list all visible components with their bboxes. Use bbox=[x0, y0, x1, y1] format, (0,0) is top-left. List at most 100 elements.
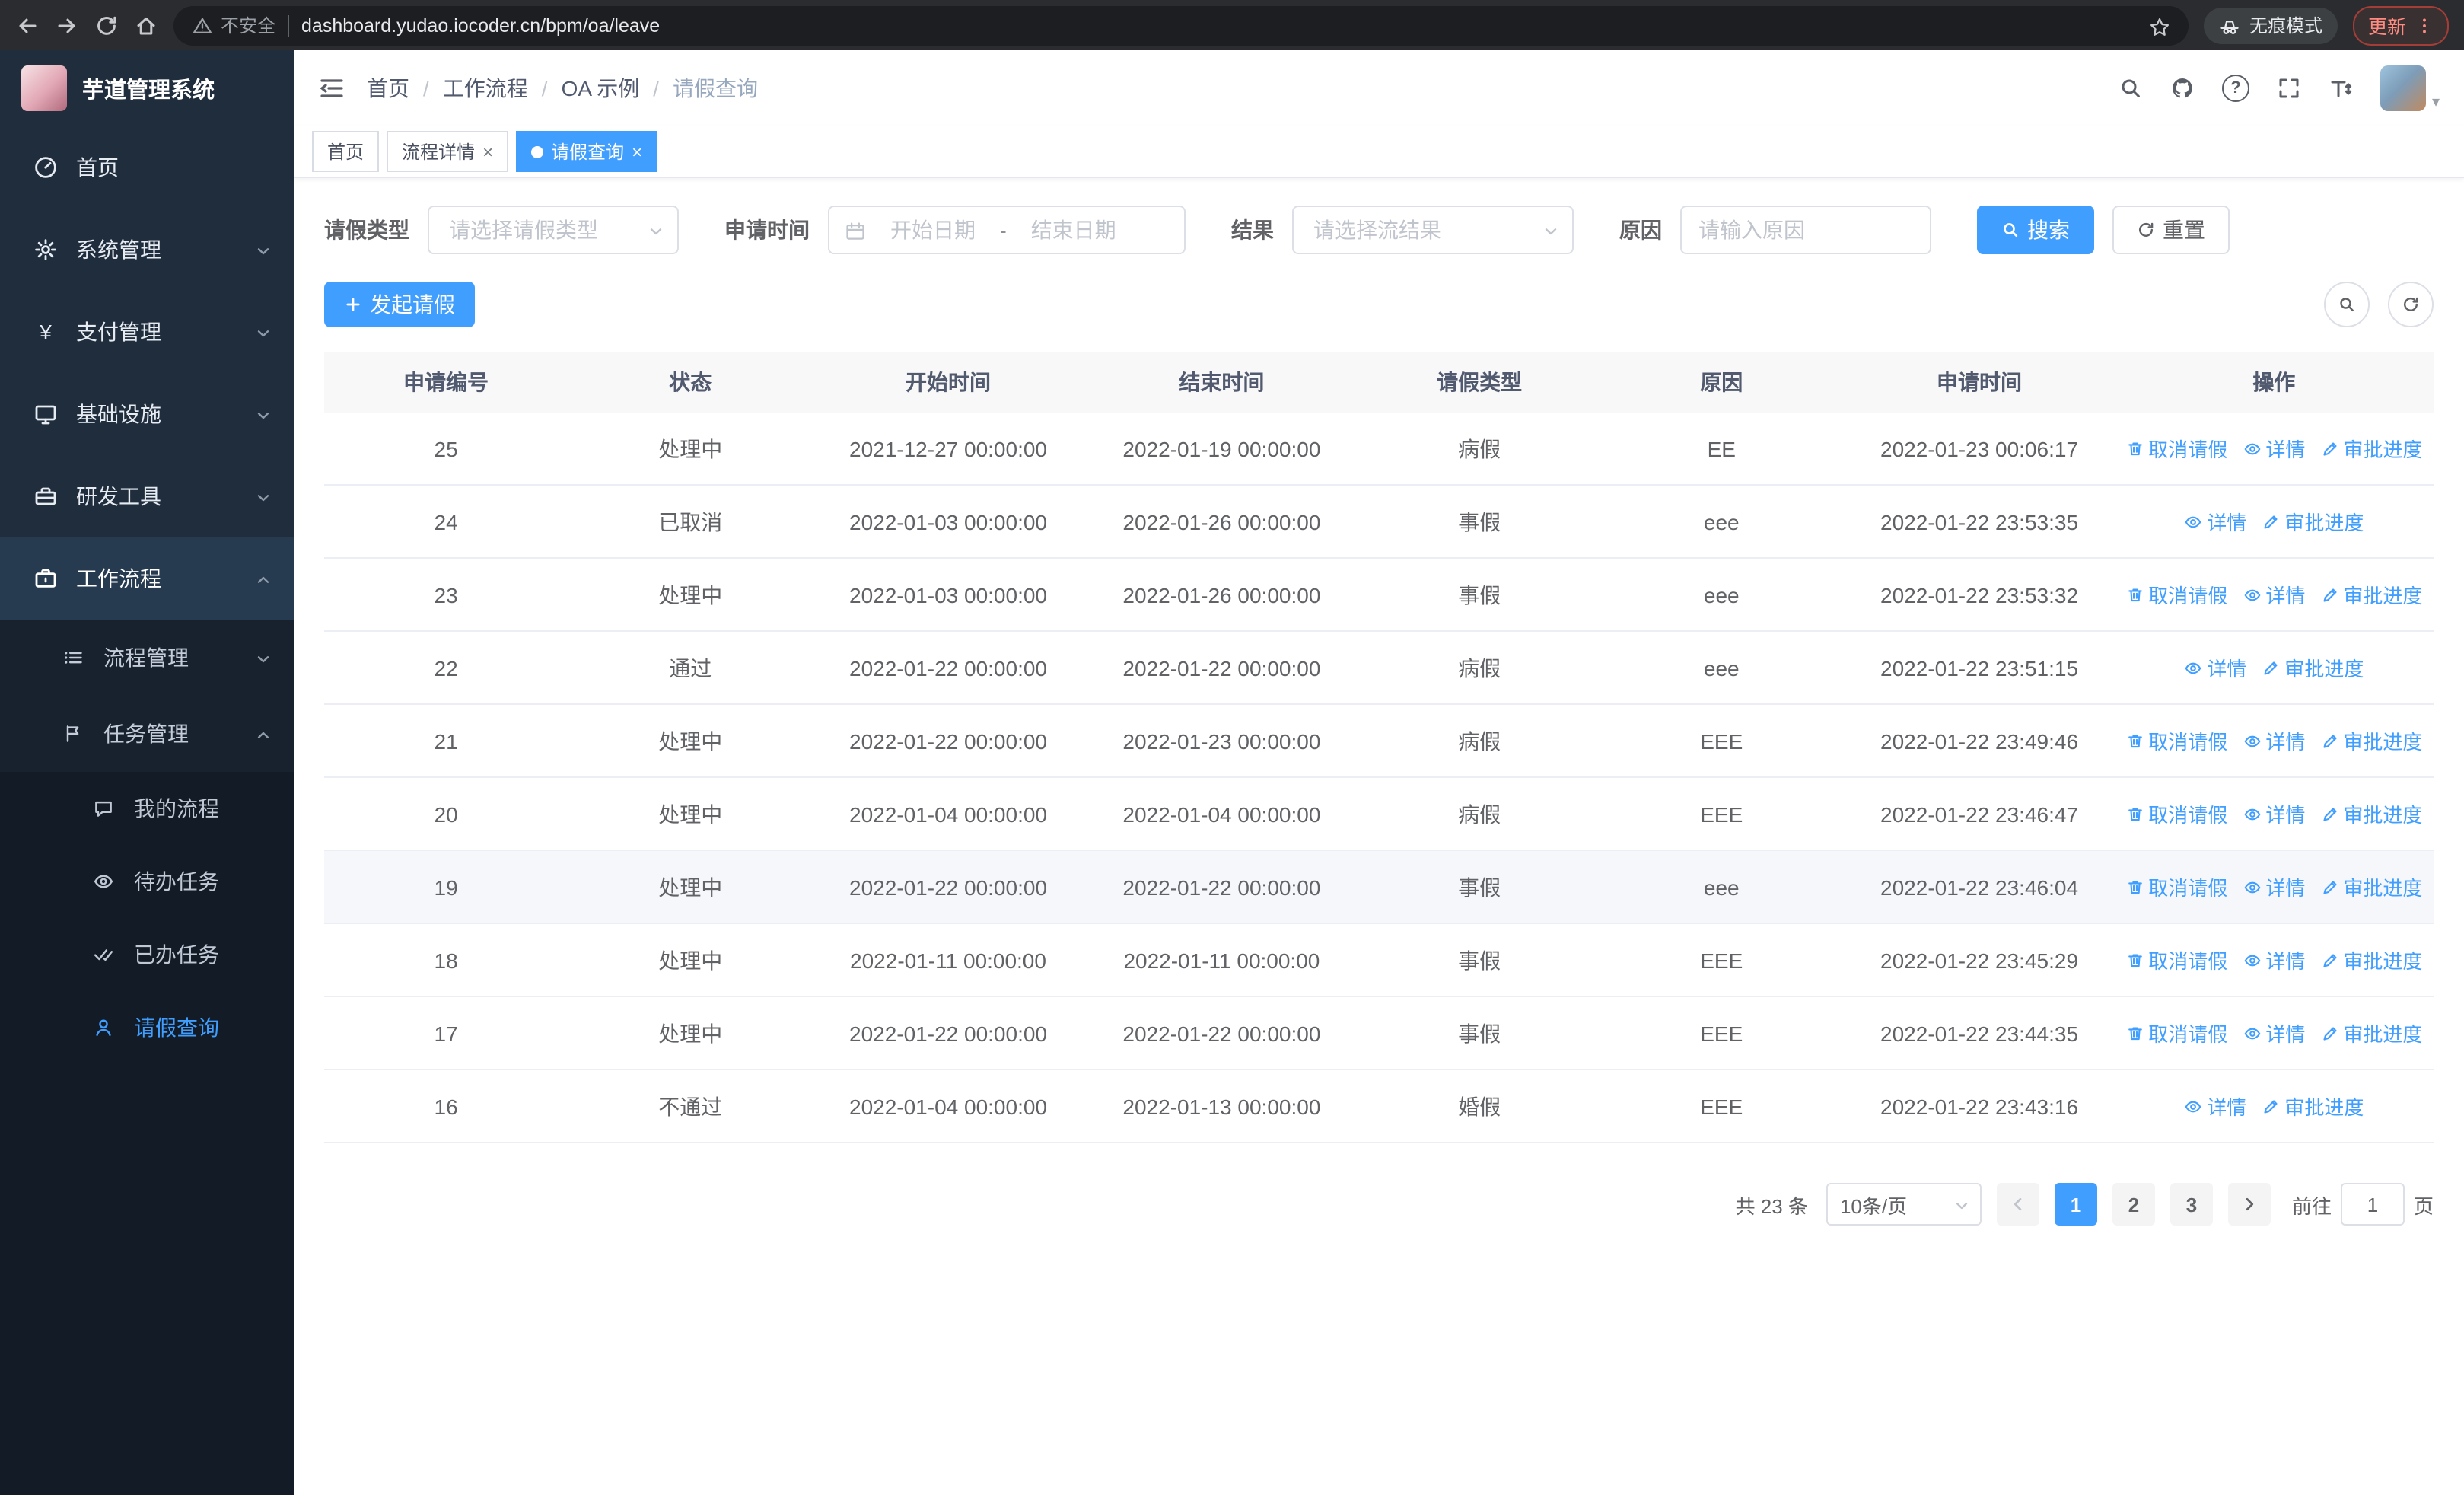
address-bar[interactable]: 不安全 dashboard.yudao.iocoder.cn/bpm/oa/le… bbox=[173, 5, 2189, 45]
sidebar-item-infrastructure[interactable]: 基础设施 bbox=[0, 373, 294, 455]
page-button-1[interactable]: 1 bbox=[2054, 1183, 2097, 1226]
collapse-sidebar-icon[interactable] bbox=[318, 75, 345, 102]
sidebar-item-home[interactable]: 首页 bbox=[0, 126, 294, 209]
search-button[interactable]: 搜索 bbox=[1977, 206, 2094, 254]
page-size-select[interactable]: 10条/页 bbox=[1826, 1183, 1982, 1226]
detail-link[interactable]: 详情 bbox=[2243, 799, 2305, 828]
detail-link[interactable]: 详情 bbox=[2184, 1092, 2246, 1120]
user-menu[interactable]: ▾ bbox=[2380, 65, 2440, 111]
prev-page-button[interactable] bbox=[1996, 1183, 2039, 1226]
tag-leave-query[interactable]: 请假查询 × bbox=[516, 131, 658, 172]
github-icon[interactable] bbox=[2170, 76, 2195, 100]
cancel-leave-link[interactable]: 取消请假 bbox=[2125, 726, 2227, 755]
breadcrumb-separator: / bbox=[423, 76, 429, 100]
sidebar-item-payment[interactable]: ¥ 支付管理 bbox=[0, 291, 294, 373]
browser-update-menu[interactable]: 更新 bbox=[2352, 5, 2449, 45]
security-chip[interactable]: 不安全 bbox=[192, 12, 275, 38]
bookmark-star-icon[interactable] bbox=[2149, 13, 2170, 38]
approval-progress-link[interactable]: 审批进度 bbox=[2320, 1018, 2422, 1047]
sidebar-item-task-mgmt[interactable]: 任务管理 bbox=[0, 696, 294, 772]
result-select[interactable] bbox=[1292, 206, 1574, 254]
cancel-leave-link[interactable]: 取消请假 bbox=[2125, 799, 2227, 828]
filter-reason: 原因 bbox=[1619, 206, 1931, 254]
eye-icon bbox=[2243, 442, 2260, 454]
approval-progress-link[interactable]: 审批进度 bbox=[2320, 580, 2422, 609]
sidebar-item-system[interactable]: 系统管理 bbox=[0, 209, 294, 291]
detail-link[interactable]: 详情 bbox=[2184, 507, 2246, 536]
page-button-3[interactable]: 3 bbox=[2170, 1183, 2213, 1226]
browser-forward-icon[interactable] bbox=[55, 13, 79, 37]
cell-end-time: 2022-01-19 00:00:00 bbox=[1122, 436, 1321, 461]
detail-link[interactable]: 详情 bbox=[2243, 1018, 2305, 1047]
table-row: 24 已取消 2022-01-03 00:00:00 2022-01-26 00… bbox=[324, 486, 2434, 559]
detail-link[interactable]: 详情 bbox=[2243, 434, 2305, 463]
detail-link[interactable]: 详情 bbox=[2243, 726, 2305, 755]
browser-back-icon[interactable] bbox=[15, 13, 40, 37]
approval-progress-link[interactable]: 审批进度 bbox=[2262, 1092, 2364, 1120]
cell-reason: eee bbox=[1703, 582, 1740, 607]
sidebar-item-devtools[interactable]: 研发工具 bbox=[0, 455, 294, 537]
sidebar-item-workflow[interactable]: 工作流程 bbox=[0, 537, 294, 620]
detail-link[interactable]: 详情 bbox=[2184, 653, 2246, 682]
tag-home[interactable]: 首页 bbox=[312, 131, 380, 172]
fullscreen-icon[interactable] bbox=[2277, 76, 2301, 100]
sidebar-item-done-tasks[interactable]: 已办任务 bbox=[0, 918, 294, 991]
trash-icon bbox=[2128, 807, 2142, 821]
help-icon[interactable]: ? bbox=[2221, 75, 2249, 102]
detail-link[interactable]: 详情 bbox=[2243, 945, 2305, 974]
edit-icon bbox=[2264, 661, 2278, 674]
breadcrumb-item[interactable]: OA 示例 bbox=[562, 73, 640, 104]
next-page-button[interactable] bbox=[2227, 1183, 2271, 1226]
sidebar-item-leave-query[interactable]: 请假查询 bbox=[0, 991, 294, 1064]
cancel-leave-link[interactable]: 取消请假 bbox=[2125, 580, 2227, 609]
edit-icon bbox=[2322, 953, 2336, 967]
goto-page-input[interactable] bbox=[2340, 1183, 2405, 1226]
browser-reload-icon[interactable] bbox=[94, 13, 119, 37]
cancel-leave-link[interactable]: 取消请假 bbox=[2125, 434, 2227, 463]
sidebar-item-process-mgmt[interactable]: 流程管理 bbox=[0, 620, 294, 696]
briefcase-icon bbox=[33, 566, 58, 591]
app-logo[interactable]: 芋道管理系统 bbox=[0, 50, 294, 126]
approval-progress-link[interactable]: 审批进度 bbox=[2320, 872, 2422, 901]
tag-process-detail[interactable]: 流程详情 × bbox=[387, 131, 509, 172]
page-button-2[interactable]: 2 bbox=[2112, 1183, 2155, 1226]
cell-status: 处理中 bbox=[658, 436, 723, 461]
breadcrumb-item[interactable]: 首页 bbox=[367, 73, 409, 104]
detail-link[interactable]: 详情 bbox=[2243, 580, 2305, 609]
leave-type-select-input[interactable] bbox=[446, 216, 635, 244]
start-date-input[interactable] bbox=[875, 216, 991, 244]
close-icon[interactable]: × bbox=[632, 142, 642, 161]
cell-leave-type: 婚假 bbox=[1458, 1094, 1501, 1118]
close-icon[interactable]: × bbox=[482, 142, 493, 161]
cell-start-time: 2021-12-27 00:00:00 bbox=[849, 436, 1047, 461]
approval-progress-link[interactable]: 审批进度 bbox=[2262, 507, 2364, 536]
create-leave-button[interactable]: 发起请假 bbox=[324, 282, 475, 327]
breadcrumb-item[interactable]: 工作流程 bbox=[443, 73, 528, 104]
approval-progress-link[interactable]: 审批进度 bbox=[2320, 799, 2422, 828]
sidebar-item-my-process[interactable]: 我的流程 bbox=[0, 772, 294, 845]
font-size-icon[interactable] bbox=[2329, 76, 2353, 100]
approval-progress-link[interactable]: 审批进度 bbox=[2320, 434, 2422, 463]
result-select-input[interactable] bbox=[1310, 216, 1530, 244]
cell-operations: 取消请假 详情 审批进度 bbox=[2115, 434, 2434, 463]
reset-button[interactable]: 重置 bbox=[2112, 206, 2230, 254]
cancel-leave-link[interactable]: 取消请假 bbox=[2125, 872, 2227, 901]
approval-progress-link[interactable]: 审批进度 bbox=[2320, 726, 2422, 755]
date-range-picker[interactable]: - bbox=[828, 206, 1186, 254]
chevron-down-icon bbox=[1542, 218, 1560, 242]
approval-progress-link[interactable]: 审批进度 bbox=[2262, 653, 2364, 682]
browser-home-icon[interactable] bbox=[134, 13, 158, 37]
toggle-search-icon[interactable] bbox=[2324, 282, 2370, 327]
url-text[interactable]: dashboard.yudao.iocoder.cn/bpm/oa/leave bbox=[301, 14, 2137, 36]
approval-progress-link[interactable]: 审批进度 bbox=[2320, 945, 2422, 974]
col-header-status: 状态 bbox=[669, 370, 712, 394]
reason-input[interactable] bbox=[1680, 206, 1931, 254]
search-icon[interactable] bbox=[2119, 76, 2143, 100]
leave-type-select[interactable] bbox=[428, 206, 679, 254]
refresh-table-icon[interactable] bbox=[2388, 282, 2434, 327]
sidebar-item-todo-tasks[interactable]: 待办任务 bbox=[0, 845, 294, 918]
end-date-input[interactable] bbox=[1015, 216, 1132, 244]
cancel-leave-link[interactable]: 取消请假 bbox=[2125, 1018, 2227, 1047]
cancel-leave-link[interactable]: 取消请假 bbox=[2125, 945, 2227, 974]
detail-link[interactable]: 详情 bbox=[2243, 872, 2305, 901]
